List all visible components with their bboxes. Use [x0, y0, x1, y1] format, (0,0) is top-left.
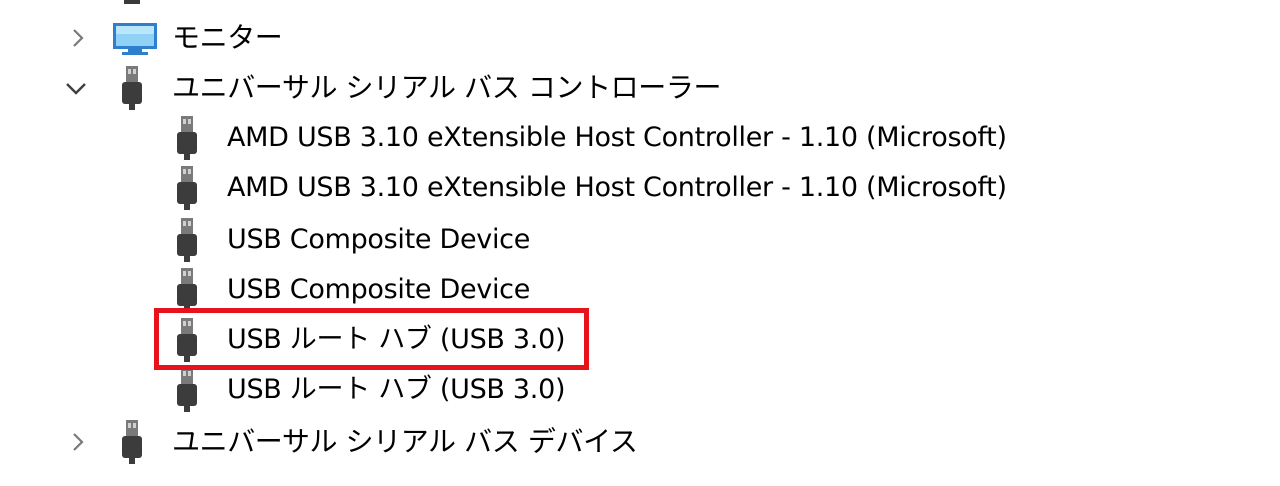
- usb-icon: [175, 268, 199, 312]
- usb-icon: [120, 420, 144, 464]
- tree-node-label: ユニバーサル シリアル バス コントローラー: [172, 71, 722, 104]
- tree-node-label: モニター: [172, 21, 283, 54]
- tree-item-device[interactable]: AMD USB 3.10 eXtensible Host Controller …: [0, 114, 1280, 162]
- previous-item-icon-fragment: [124, 0, 140, 4]
- tree-item-label: AMD USB 3.10 eXtensible Host Controller …: [227, 172, 1007, 203]
- usb-icon: [175, 116, 199, 160]
- tree-item-label: USB ルート ハブ (USB 3.0): [227, 374, 566, 405]
- usb-icon: [120, 66, 144, 110]
- tree-node-usb-controllers[interactable]: ユニバーサル シリアル バス コントローラー: [0, 64, 1280, 112]
- chevron-down-icon[interactable]: [64, 76, 88, 100]
- highlight-annotation: [154, 308, 589, 370]
- tree-item-device[interactable]: USB Composite Device: [0, 266, 1280, 314]
- tree-item-device[interactable]: AMD USB 3.10 eXtensible Host Controller …: [0, 164, 1280, 212]
- device-tree: モニター ユニバーサル シリアル バス コントローラー AMD USB 3.10…: [0, 0, 1280, 486]
- tree-item-device[interactable]: USB ルート ハブ (USB 3.0): [0, 366, 1280, 414]
- tree-item-label: USB Composite Device: [227, 224, 531, 255]
- tree-item-device[interactable]: USB Composite Device: [0, 216, 1280, 264]
- usb-icon: [175, 166, 199, 210]
- monitor-icon: [112, 22, 160, 56]
- usb-icon: [175, 368, 199, 412]
- tree-node-usb-devices[interactable]: ユニバーサル シリアル バス デバイス: [0, 418, 1280, 466]
- chevron-right-icon[interactable]: [66, 430, 90, 454]
- tree-node-label: ユニバーサル シリアル バス デバイス: [172, 425, 638, 458]
- tree-node-monitors[interactable]: モニター: [0, 14, 1280, 62]
- tree-item-label: USB Composite Device: [227, 274, 531, 305]
- tree-item-label: AMD USB 3.10 eXtensible Host Controller …: [227, 122, 1007, 153]
- usb-icon: [175, 218, 199, 262]
- chevron-right-icon[interactable]: [66, 26, 90, 50]
